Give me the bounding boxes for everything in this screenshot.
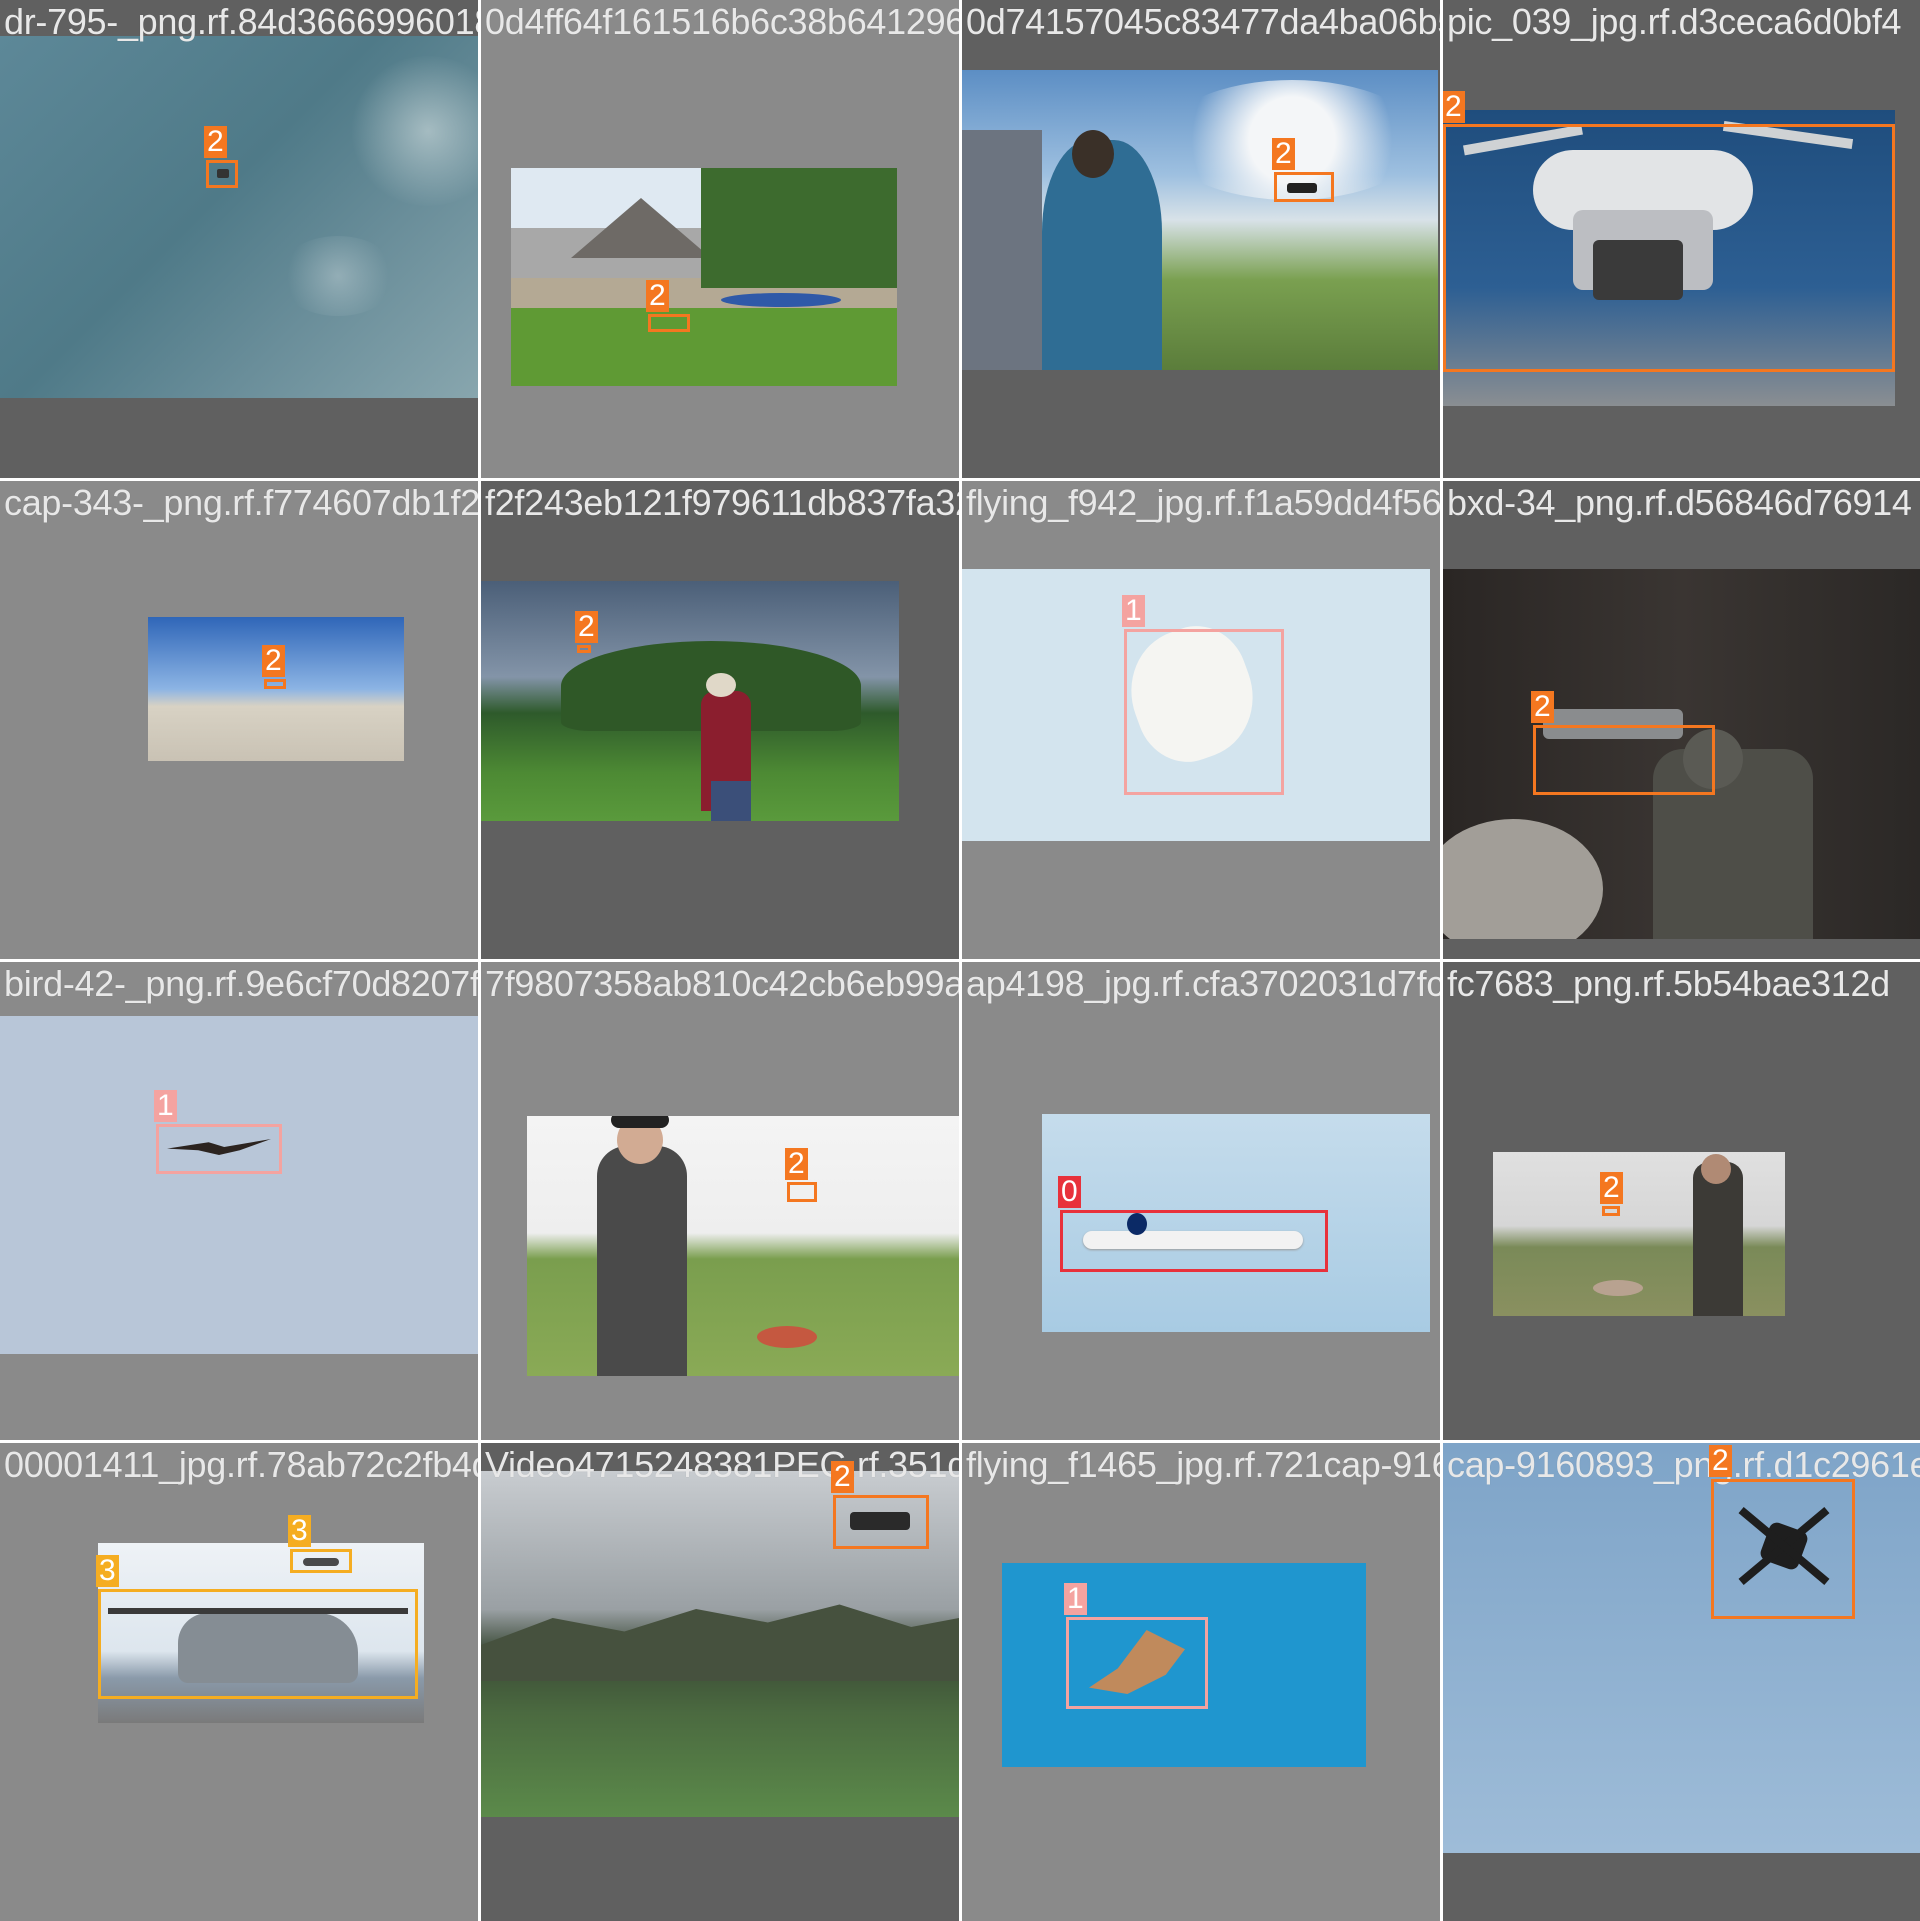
tile-photo: [1493, 1152, 1785, 1316]
mosaic-tile: Video4715248381PEG.rf.351d0f753bflyingf1…: [481, 1443, 959, 1921]
tile-filename: fc7683_png.rf.5b54bae312d: [1447, 963, 1890, 1004]
tile-filename: 0d74157045c83477da4ba06b5d81628 jpg.rf.a…: [966, 1, 1440, 42]
tile-photo: [0, 36, 478, 398]
bbox-bird: [1066, 1617, 1208, 1709]
mosaic-tile: 0d74157045c83477da4ba06b5d81628 jpg.rf.a…: [962, 0, 1440, 478]
class-label: 3: [96, 1555, 119, 1587]
class-label: 2: [831, 1461, 854, 1493]
bbox-drone: [1711, 1479, 1855, 1619]
bbox-drone: [577, 645, 591, 653]
tile-photo: [527, 1116, 959, 1376]
helicopter-icon: [303, 1558, 339, 1566]
tile-photo: [148, 617, 404, 761]
bbox-helicopter: [290, 1549, 352, 1573]
mosaic-tile: f2f243eb121f979611db837fa3250flying_f942…: [481, 481, 959, 959]
class-label: 3: [288, 1515, 311, 1547]
tile-filename: bxd-34_png.rf.d56846d76914: [1447, 482, 1912, 523]
tile-filename: 7f9807358ab810c42cb6eb99ap4198j583fcbfa3…: [485, 963, 959, 1004]
class-label: 0: [1058, 1176, 1081, 1208]
class-label: 2: [785, 1148, 808, 1180]
tile-filename: dr-795-_png.rf.84d3666996018d4f64f1615b6…: [4, 1, 478, 42]
bbox-helicopter: [98, 1589, 418, 1699]
class-label: 2: [1531, 691, 1554, 723]
mosaic-tile: cap-9160893_png.rf.d1c2961e4 2: [1443, 1443, 1920, 1921]
mosaic-tile: 7f9807358ab810c42cb6eb99ap4198j583fcbfa3…: [481, 962, 959, 1440]
bbox-drone: [1274, 172, 1334, 202]
mosaic-tile: bxd-34_png.rf.d56846d76914 2: [1443, 481, 1920, 959]
bbox-drone: [1602, 1206, 1620, 1216]
mosaic-tile: dr-795-_png.rf.84d3666996018d4f64f1615b6…: [0, 0, 478, 478]
class-label: 2: [1272, 138, 1295, 170]
tile-filename: flying_f1465_jpg.rf.721cap-9160893g.rf: [966, 1444, 1440, 1485]
tile-filename: 00001411_jpg.rf.78ab72c2fb4dedd715248319…: [4, 1444, 478, 1485]
mosaic-tile: flying_f1465_jpg.rf.721cap-9160893g.rf 1: [962, 1443, 1440, 1921]
tile-filename: Video4715248381PEG.rf.351d0f753bflyingf1…: [485, 1444, 959, 1485]
class-label: 2: [1600, 1172, 1623, 1204]
bbox-drone: [1533, 725, 1715, 795]
tile-photo: [0, 1016, 478, 1354]
tile-photo: [511, 168, 897, 386]
bbox-drone: [648, 314, 690, 332]
drone-icon: [217, 169, 229, 178]
tile-filename: 0d4ff64f161516b6c38b641296000xq-15-_jpg.…: [485, 1, 959, 42]
class-label: 2: [646, 280, 669, 312]
class-label: 2: [1709, 1445, 1732, 1477]
mosaic-tile: bird-42-_png.rf.9e6cf70d8207f9807358ab81…: [0, 962, 478, 1440]
mosaic-tile: fc7683_png.rf.5b54bae312d 2: [1443, 962, 1920, 1440]
tile-filename: pic_039_jpg.rf.d3ceca6d0bf4: [1447, 1, 1902, 42]
class-label: 1: [1122, 595, 1145, 627]
tile-filename: f2f243eb121f979611db837fa3250flying_f942…: [485, 482, 959, 523]
tile-photo: [481, 581, 899, 821]
mosaic-tile: cap-343-_png.rf.f774607db1f2f24a81211979…: [0, 481, 478, 959]
tile-filename: cap-343-_png.rf.f774607db1f2f24a81211979…: [4, 482, 478, 523]
tile-filename: ap4198_jpg.rf.cfa3702031d7fc7683-25f0fe.…: [966, 963, 1440, 1004]
mosaic-tile: pic_039_jpg.rf.d3ceca6d0bf4 2: [1443, 0, 1920, 478]
bbox-drone: [1443, 124, 1895, 372]
hawk-icon: [1089, 1630, 1185, 1694]
mosaic-tile: 00001411_jpg.rf.78ab72c2fb4dedd715248319…: [0, 1443, 478, 1921]
drone-icon: [850, 1512, 910, 1530]
bbox-drone: [264, 679, 286, 689]
bbox-drone: [206, 160, 238, 188]
bbox-drone: [787, 1182, 817, 1202]
mosaic-tile: ap4198_jpg.rf.cfa3702031d7fc7683-25f0fe.…: [962, 962, 1440, 1440]
drone-icon: [1287, 183, 1317, 193]
tile-photo: [962, 70, 1438, 370]
eagle-icon: [167, 1139, 271, 1155]
class-label: 2: [204, 126, 227, 158]
class-label: 1: [1064, 1583, 1087, 1615]
mosaic-tile: flying_f942_jpg.rf.f1a59dd4f568ed56846d7…: [962, 481, 1440, 959]
bbox-bird: [1124, 629, 1284, 795]
class-label: 1: [154, 1090, 177, 1122]
tile-filename: flying_f942_jpg.rf.f1a59dd4f568ed56846d7…: [966, 482, 1440, 523]
bbox-bird: [156, 1124, 282, 1174]
class-label: 2: [262, 645, 285, 677]
class-label: 2: [1443, 91, 1465, 123]
class-label: 2: [575, 611, 598, 643]
mosaic-tile: 0d4ff64f161516b6c38b641296000xq-15-_jpg.…: [481, 0, 959, 478]
airplane-tail-icon: [1127, 1213, 1147, 1235]
bbox-drone: [833, 1495, 929, 1549]
tile-filename: bird-42-_png.rf.9e6cf70d8207f9807358ab81…: [4, 963, 478, 1004]
airplane-icon: [1083, 1231, 1303, 1249]
bbox-airplane: [1060, 1210, 1328, 1272]
